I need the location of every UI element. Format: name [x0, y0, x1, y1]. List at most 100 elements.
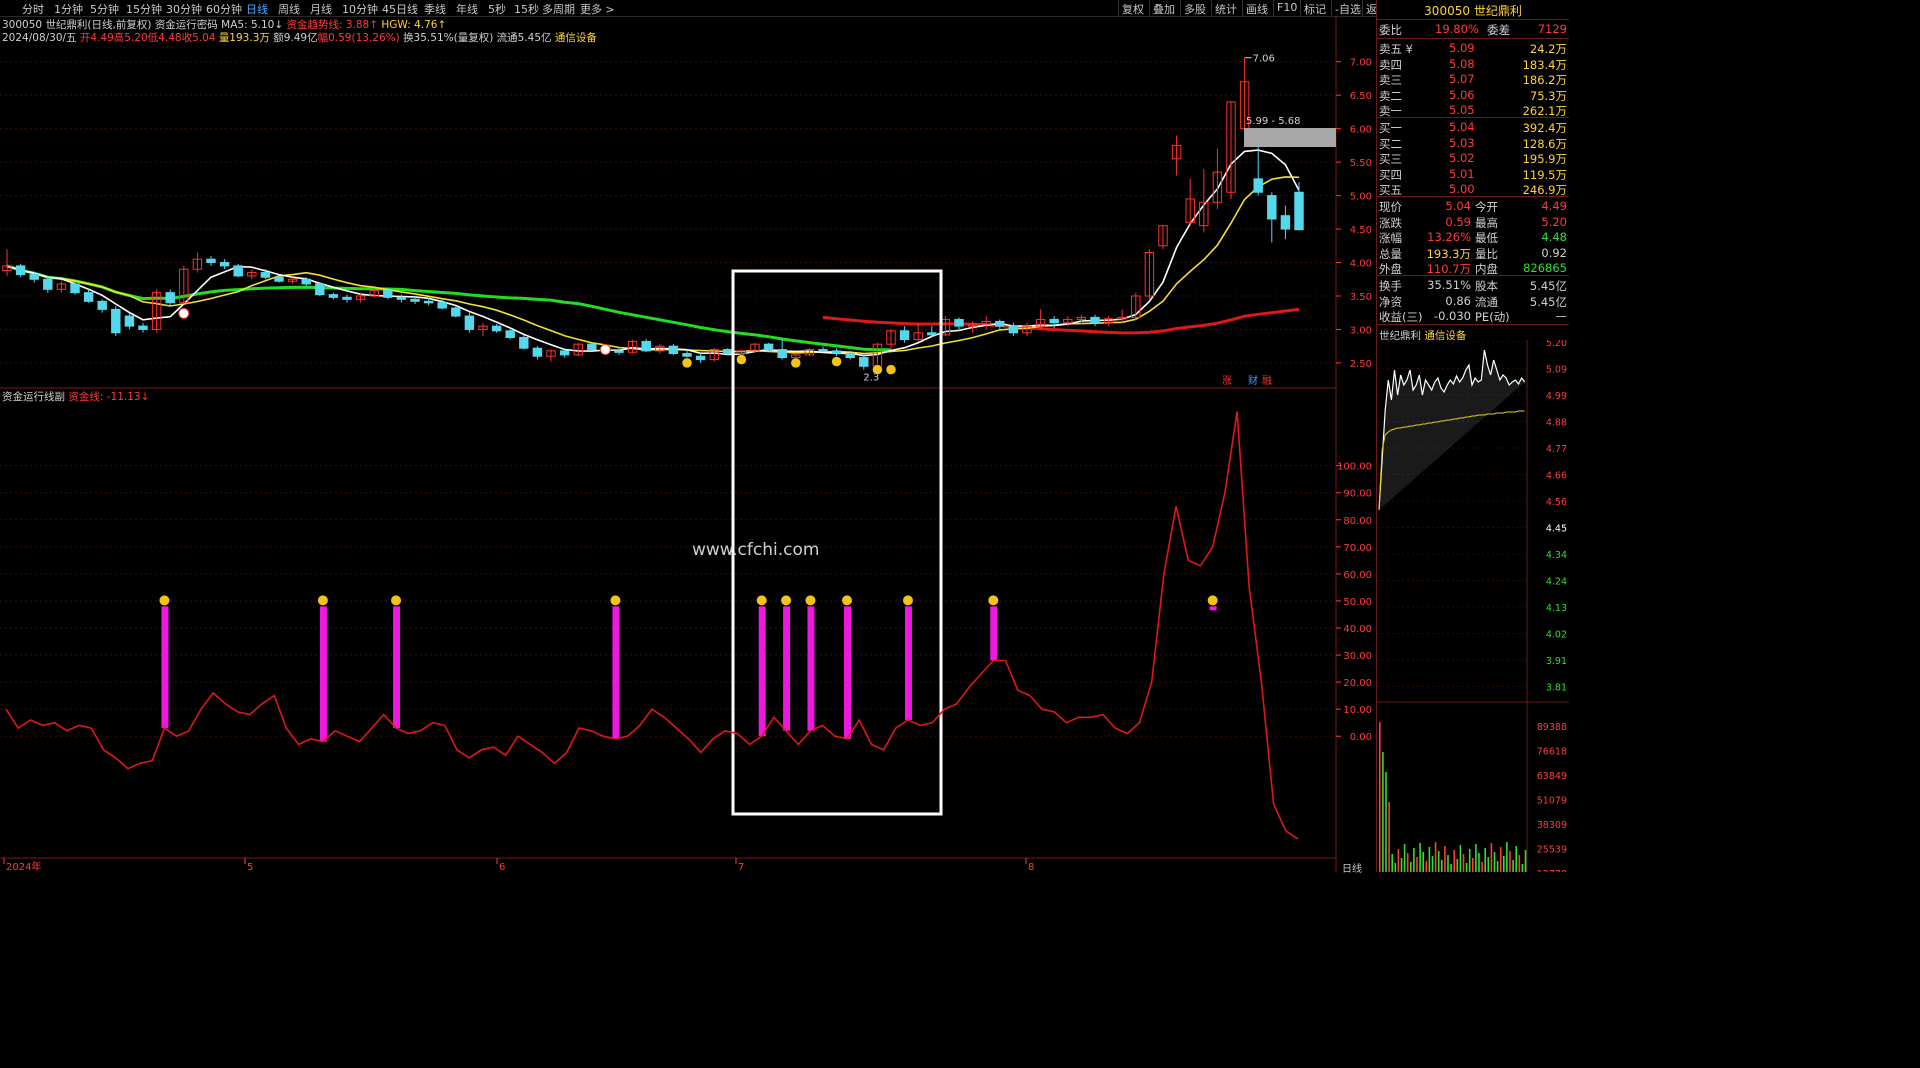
- signal-bar[interactable]: [758, 606, 766, 737]
- candle-body[interactable]: [859, 357, 869, 367]
- candle-body[interactable]: [818, 349, 828, 352]
- candle-body[interactable]: [342, 296, 352, 300]
- candle-body[interactable]: [532, 347, 543, 357]
- candle-body[interactable]: [219, 262, 230, 267]
- candle-body[interactable]: [97, 300, 107, 310]
- stat2-row[interactable]: 净资 0.86 流通 5.45亿: [1379, 294, 1567, 309]
- candle-body[interactable]: [641, 341, 651, 352]
- bid-row[interactable]: 买四 5.01 119.5万: [1379, 167, 1567, 182]
- candle-body[interactable]: [328, 294, 339, 298]
- candle-body[interactable]: [559, 350, 570, 356]
- money-bag-icon: [902, 595, 913, 606]
- stat-row[interactable]: 外盘 110.7万 内盘 826865: [1379, 261, 1567, 276]
- candle-body[interactable]: [260, 272, 271, 278]
- mini-price-tick-label: 4.66: [1546, 471, 1567, 482]
- signal-bar[interactable]: [393, 606, 401, 729]
- candle-body[interactable]: [124, 315, 135, 327]
- candle-body[interactable]: [505, 330, 515, 338]
- candle-body[interactable]: [206, 258, 216, 264]
- candle-body[interactable]: [29, 274, 39, 280]
- stat-row[interactable]: 涨幅 13.26% 最低 4.48: [1379, 230, 1567, 245]
- candle-body[interactable]: [763, 343, 774, 351]
- candle-body[interactable]: [519, 336, 529, 349]
- ask-row-cell: 卖一: [1379, 104, 1402, 118]
- candle-body[interactable]: [1008, 325, 1019, 334]
- candle-body[interactable]: [396, 296, 407, 300]
- candle-body[interactable]: [437, 302, 447, 309]
- weibi-row: 委比 19.80% 委差 7129: [1379, 22, 1567, 37]
- candle-body[interactable]: [995, 320, 1005, 327]
- candle-body[interactable]: [614, 350, 624, 353]
- candle-body[interactable]: [165, 292, 175, 304]
- ask-row[interactable]: 卖二 5.06 75.3万: [1379, 88, 1567, 103]
- bid-row[interactable]: 买五 5.00 246.9万: [1379, 182, 1567, 197]
- signal-bar[interactable]: [319, 606, 327, 742]
- mini-vol-bar: [1490, 843, 1493, 872]
- stat-row-cell: 今开: [1475, 200, 1498, 214]
- ask-row[interactable]: 卖四 5.08 183.4万: [1379, 57, 1567, 72]
- stat-row[interactable]: 现价 5.04 今开 4.49: [1379, 199, 1567, 214]
- candle-body[interactable]: [301, 278, 311, 285]
- stat-row[interactable]: 涨跌 0.59 最高 5.20: [1379, 215, 1567, 230]
- candle-body[interactable]: [70, 283, 80, 294]
- stat-row[interactable]: 总量 193.3万 量比 0.92: [1379, 246, 1567, 261]
- candle-body[interactable]: [464, 315, 475, 330]
- signal-bar[interactable]: [1209, 606, 1217, 611]
- candle-body[interactable]: [410, 298, 420, 302]
- candle-body[interactable]: [927, 332, 937, 336]
- signal-bar[interactable]: [844, 606, 852, 739]
- candle-body[interactable]: [668, 345, 679, 355]
- sub-tick-label: 50.00: [1343, 597, 1372, 608]
- candle-body[interactable]: [1267, 195, 1277, 220]
- divider: [1377, 19, 1569, 20]
- candle-body[interactable]: [83, 292, 94, 302]
- ask-row[interactable]: 卖五 ¥ 5.09 24.2万: [1379, 41, 1567, 56]
- candle-body[interactable]: [1090, 316, 1100, 324]
- signal-bar[interactable]: [904, 606, 912, 720]
- bid-row[interactable]: 买一 5.04 392.4万: [1379, 120, 1567, 135]
- ask-row[interactable]: 卖三 5.07 186.2万: [1379, 72, 1567, 87]
- kline-chart[interactable]: 7.00 6.50 6.00 5.50 5.00 4.50 4.00 3.50 3.00 2.50…: [0, 0, 1376, 872]
- intraday-mini-chart[interactable]: 5.20 5.09 4.99 4.88 4.77 4.66 4.56 4.45 4.34 4.24…: [1377, 340, 1569, 872]
- candle-body[interactable]: [43, 278, 53, 290]
- candle-body[interactable]: [723, 349, 733, 355]
- candle-body[interactable]: [1049, 318, 1059, 324]
- price-range-box[interactable]: [1244, 128, 1336, 147]
- bid-row-cell: 119.5万: [1522, 167, 1567, 182]
- signal-bar[interactable]: [612, 606, 620, 739]
- sub-tick-label: 90.00: [1343, 489, 1372, 500]
- stat2-row[interactable]: 收益(三) -0.030 PE(动) —: [1379, 309, 1567, 324]
- candle-body[interactable]: [1294, 191, 1304, 231]
- candle-body[interactable]: [274, 276, 284, 282]
- stat2-row[interactable]: 换手 35.51% 股本 5.45亿: [1379, 278, 1567, 293]
- candle-body[interactable]: [491, 325, 502, 332]
- candle-body[interactable]: [831, 350, 842, 355]
- smiley-marker-icon: [736, 354, 747, 365]
- bid-row[interactable]: 买三 5.02 195.9万: [1379, 151, 1567, 166]
- candle-body[interactable]: [383, 290, 393, 298]
- candle-body[interactable]: [1253, 178, 1263, 193]
- candle-body[interactable]: [777, 349, 787, 359]
- candle-body[interactable]: [954, 318, 964, 327]
- candle-body[interactable]: [315, 283, 325, 296]
- candle-body[interactable]: [233, 265, 243, 277]
- candle-body[interactable]: [451, 307, 461, 317]
- candle-body[interactable]: [138, 325, 148, 330]
- ma-red-line: [822, 307, 1300, 335]
- candle-body[interactable]: [695, 355, 706, 361]
- candle-body[interactable]: [423, 300, 434, 304]
- signal-bar[interactable]: [161, 606, 169, 729]
- signal-bar[interactable]: [807, 606, 815, 731]
- ask-row[interactable]: 卖一 5.05 262.1万: [1379, 103, 1567, 118]
- candle-body[interactable]: [15, 265, 26, 276]
- candle-body[interactable]: [111, 308, 121, 334]
- candle-body[interactable]: [845, 353, 855, 359]
- signal-bar[interactable]: [990, 606, 998, 661]
- candle-body[interactable]: [682, 353, 692, 357]
- signal-bar[interactable]: [783, 606, 791, 731]
- candle-body[interactable]: [899, 330, 910, 340]
- bid-row[interactable]: 买二 5.03 128.6万: [1379, 136, 1567, 151]
- candle-body[interactable]: [1280, 215, 1291, 230]
- sub-tick-label: 40.00: [1343, 624, 1372, 635]
- candle-body[interactable]: [587, 343, 597, 351]
